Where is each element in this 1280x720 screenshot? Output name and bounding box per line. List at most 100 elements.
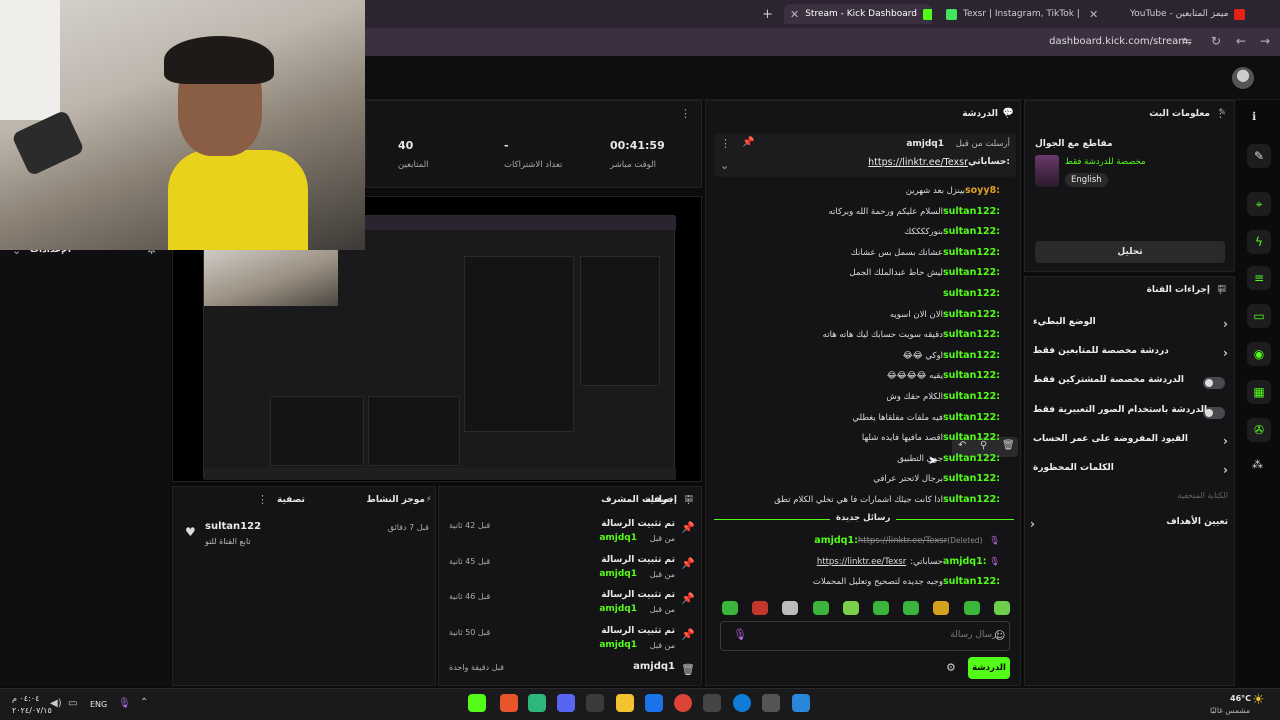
broadcast-icon[interactable]: ◉	[1247, 342, 1271, 366]
tab-kick-dashboard[interactable]: ✕ Stream - Kick Dashboard	[784, 4, 932, 24]
forward-icon[interactable]: →	[1260, 34, 1270, 48]
app-icon[interactable]	[528, 694, 546, 712]
sun-icon[interactable]: ☀	[1252, 692, 1265, 708]
chat-username[interactable]: sultan122	[943, 226, 996, 237]
chat-username[interactable]: sultan122	[943, 432, 996, 443]
chat-username[interactable]: sultan122	[943, 206, 996, 217]
emote-icon[interactable]	[903, 601, 920, 615]
chat-message[interactable]: sultan122: ليش حاط عبدالملك الجمل	[710, 267, 1000, 278]
close-tab-icon[interactable]: ✕	[790, 8, 799, 21]
chat-message[interactable]: sultan122: وجبه جديده لتصحيح وتعليل المحم…	[710, 576, 1000, 587]
pinned-user[interactable]: amjdq1	[906, 139, 944, 149]
focus-icon[interactable]: ⌖	[1247, 192, 1271, 216]
emote-icon[interactable]	[993, 601, 1010, 615]
chat-message[interactable]: sultan122: الان الان اسويه	[710, 309, 1000, 320]
chrome-icon[interactable]	[674, 694, 692, 712]
edit-stream-button[interactable]: تحليل	[1035, 241, 1225, 263]
chat-message[interactable]: 🎙 amjdq1:حساباتي:https://linktr.ee/Texsr	[710, 556, 1000, 567]
gear-icon[interactable]: ⚙	[946, 661, 956, 674]
chat-message[interactable]: sultan122:	[710, 288, 1000, 299]
chat-input[interactable]: إرسال رسالة 🎙	[720, 621, 1010, 651]
reload-icon[interactable]: ↻	[1211, 34, 1221, 48]
chat-message[interactable]: sultan122: دقيقه سويت حسابك ليك هاته هاته	[710, 329, 1000, 340]
channel-action-row[interactable]: الدردشة مخصصة للمشتركين فقط	[1033, 375, 1233, 395]
emote-icon[interactable]	[752, 601, 769, 615]
chat-message[interactable]: sultan122: السلام عليكم ورحمة الله وبركات…	[710, 206, 1000, 217]
chat-username[interactable]: sultan122	[943, 391, 996, 402]
site-settings-icon[interactable]: ⇋	[1182, 34, 1192, 48]
chat-message[interactable]: sultan122: فيه ملفات مفلقاها يغطلي	[710, 412, 1000, 423]
emote-icon[interactable]	[782, 601, 799, 615]
avatar[interactable]	[1232, 67, 1254, 89]
chat-message[interactable]: sultan122: برجال لاتحتر عرافي	[710, 473, 1000, 484]
emote-icon[interactable]	[812, 601, 829, 615]
obs-icon[interactable]	[586, 694, 604, 712]
chat-username[interactable]: sultan122	[943, 267, 996, 278]
chat-message[interactable]: sultan122: بنورككككك	[710, 226, 1000, 237]
app-icon[interactable]	[762, 694, 780, 712]
brave-icon[interactable]	[500, 694, 518, 712]
outlook-icon[interactable]	[645, 694, 663, 712]
chat-username[interactable]: sultan122	[943, 350, 996, 361]
clock-time[interactable]: ٠٤:٠٤ م	[12, 694, 39, 703]
chat-bubble-icon[interactable]: ▭	[1247, 304, 1271, 328]
channel-action-row[interactable]: › الكلمات المحظورة	[1033, 463, 1233, 483]
channel-action-row[interactable]: › دردشة مخصصة للمتابعين فقط	[1033, 346, 1233, 366]
mic-icon[interactable]: 🎙	[118, 698, 131, 709]
clock-date[interactable]: ٢٠٢٤/٠٧/١٥	[12, 706, 52, 715]
chat-username[interactable]: soyy8	[965, 185, 996, 196]
tab-linktree[interactable]: Texsr | Instagram, TikTok | Linktr ✕	[940, 4, 1116, 24]
chat-username[interactable]: sultan122	[943, 494, 996, 505]
pin-icon[interactable]: 📌	[742, 137, 754, 148]
emote-icon[interactable]	[842, 601, 859, 615]
lightning-icon[interactable]: ϟ	[1247, 230, 1271, 254]
app-icon[interactable]	[703, 694, 721, 712]
tab-youtube[interactable]: YouTube - ميمز المتابعين	[1124, 4, 1280, 24]
chat-message[interactable]: sultan122: يقيه 😂😂😂😂	[710, 370, 1000, 381]
discord-icon[interactable]	[557, 694, 575, 712]
chat-username[interactable]: sultan122	[943, 453, 996, 464]
mic-icon[interactable]: 🎙	[733, 628, 747, 641]
channel-action-row[interactable]: الدردشة باستخدام الصور التعبيرية فقط	[1033, 405, 1233, 425]
delete-icon[interactable]: 🗑	[1002, 440, 1015, 451]
chat-message[interactable]: 🎙 amjdq1:https://linktr.ee/Texsr(Deleted…	[710, 535, 1000, 546]
chat-message[interactable]: soyy8: بينزل بعد شهرين	[710, 185, 1000, 196]
edge-icon[interactable]	[733, 694, 751, 712]
chevron-up-icon[interactable]: ⌃	[140, 697, 148, 708]
emoji-icon[interactable]: ☺	[994, 629, 1005, 642]
mod-action-user[interactable]: amjdq1	[599, 533, 637, 543]
more-menu-icon[interactable]: ⋮	[720, 137, 731, 150]
chevron-down-icon[interactable]: ⌄	[720, 159, 729, 172]
more-menu-icon[interactable]: ⋮	[257, 493, 268, 506]
volume-icon[interactable]: ◀)	[50, 698, 62, 709]
chat-username[interactable]: sultan122	[943, 412, 996, 423]
new-tab-button[interactable]: +	[762, 4, 773, 24]
windows-icon[interactable]	[792, 694, 810, 712]
language-indicator[interactable]: ENG	[90, 700, 107, 709]
list-icon[interactable]: ≡	[1247, 266, 1271, 290]
more-menu-icon[interactable]: ⋮	[683, 493, 694, 506]
back-icon[interactable]: ←	[1236, 34, 1246, 48]
edit-icon[interactable]: ✎	[1247, 144, 1271, 168]
chat-message[interactable]: sultan122: عشانك بسمل بس عشانك	[710, 247, 1000, 258]
share-icon[interactable]: ⁂	[1252, 458, 1263, 471]
chat-link[interactable]: https://linktr.ee/Texsr	[817, 557, 906, 567]
mod-action-user[interactable]: amjdq1	[599, 569, 637, 579]
category-sub[interactable]: مخصصة للدردشة فقط	[1065, 157, 1146, 167]
mod-action-user[interactable]: amjdq1	[599, 640, 637, 650]
chat-username[interactable]: sultan122	[943, 576, 996, 587]
mod-action-user[interactable]: amjdq1	[633, 661, 675, 672]
chat-message[interactable]: sultan122: جوي التطبيق	[710, 453, 1000, 464]
chat-username[interactable]: amjdq1	[943, 556, 983, 567]
url-field[interactable]: dashboard.kick.com/stream	[1049, 36, 1188, 47]
pinned-link[interactable]: https://linktr.ee/Texsr	[868, 157, 968, 168]
info-icon[interactable]: ℹ	[1252, 110, 1256, 123]
chat-username[interactable]: amjdq1	[814, 535, 854, 546]
emote-icon[interactable]	[873, 601, 889, 615]
chat-message[interactable]: sultan122: اوكي 😂😂	[710, 350, 1000, 361]
chat-username[interactable]: sultan122	[943, 288, 996, 299]
toggle-switch[interactable]	[1203, 377, 1225, 390]
emote-icon[interactable]	[722, 601, 738, 615]
chat-username[interactable]: sultan122	[943, 309, 996, 320]
display-icon[interactable]: ▭	[68, 698, 77, 709]
